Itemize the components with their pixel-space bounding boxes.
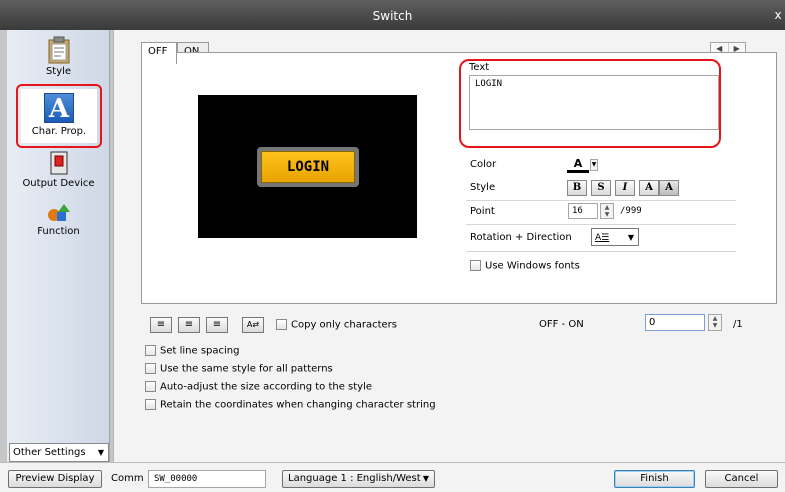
checkbox-label: Auto-adjust the size according to the st…: [160, 381, 373, 393]
rotation-label: Rotation + Direction: [470, 232, 572, 243]
chevron-down-icon: ▼: [627, 233, 634, 242]
sidebar-item-label: Function: [37, 226, 80, 237]
use-windows-fonts-label: Use Windows fonts: [485, 260, 580, 272]
tab-off[interactable]: OFF: [141, 42, 177, 64]
sidebar-item-label: Style: [45, 66, 72, 77]
checkbox-box[interactable]: [145, 363, 156, 374]
sidebar-item-style[interactable]: Style: [7, 34, 110, 77]
close-icon[interactable]: x: [771, 8, 785, 22]
comm-input[interactable]: SW_00000: [148, 470, 266, 488]
style-icon: [48, 36, 69, 64]
switch-preview: LOGIN: [198, 95, 417, 238]
point-label: Point: [470, 206, 495, 217]
copy-only-characters-checkbox[interactable]: Copy only characters: [276, 319, 397, 331]
chevron-down-icon[interactable]: ▼: [590, 159, 598, 171]
checkbox-label: Use the same style for all patterns: [160, 363, 333, 375]
bold-button[interactable]: B: [567, 180, 587, 196]
checkbox-box[interactable]: [276, 319, 287, 330]
char-prop-icon: A: [44, 93, 74, 124]
checkbox-label: Retain the coordinates when changing cha…: [160, 399, 436, 411]
align-right-button[interactable]: ≡: [206, 317, 228, 333]
text-label: Text: [469, 62, 490, 73]
other-settings-dropdown[interactable]: Other Settings ▼: [9, 443, 109, 462]
retain-coordinates-checkbox[interactable]: Retain the coordinates when changing cha…: [145, 399, 436, 411]
chevron-down-icon: ▼: [97, 448, 104, 457]
cancel-button[interactable]: Cancel: [705, 470, 778, 488]
sidebar-item-char-prop[interactable]: A Char. Prop.: [16, 84, 102, 148]
swap-chars-button[interactable]: A⇄: [242, 317, 264, 333]
preview-display-button[interactable]: Preview Display: [8, 470, 102, 488]
copy-only-characters-label: Copy only characters: [291, 319, 397, 331]
off-on-max: /1: [733, 319, 743, 330]
use-windows-fonts-checkbox[interactable]: Use Windows fonts: [470, 260, 580, 272]
checkbox-label: Set line spacing: [160, 345, 240, 357]
rotation-direction-dropdown[interactable]: A☰ ▼: [591, 228, 639, 246]
font-color-button[interactable]: A: [567, 157, 589, 173]
checkbox-box[interactable]: [145, 399, 156, 410]
window-title-bar: Switch x: [0, 0, 785, 30]
comm-label: Comm: [111, 473, 144, 484]
sidebar-item-label: Char. Prop.: [31, 126, 87, 137]
style-label: Style: [470, 182, 496, 193]
rotation-icon: A☰: [595, 233, 610, 243]
chevron-down-icon: ▼: [422, 474, 429, 483]
language-label: Language 1 : English/West: [288, 473, 421, 484]
function-icon: [47, 204, 70, 221]
window-title: Switch: [372, 9, 413, 23]
off-on-spinner[interactable]: ▲ ▼: [708, 314, 722, 331]
sidebar-item-function[interactable]: Function: [7, 202, 110, 237]
same-style-all-patterns-checkbox[interactable]: Use the same style for all patterns: [145, 363, 333, 375]
other-settings-label: Other Settings: [13, 447, 86, 458]
output-device-icon: [50, 151, 67, 175]
preview-switch-button: LOGIN: [257, 147, 359, 187]
sidebar-item-char-prop-selected: A Char. Prop.: [21, 89, 97, 143]
checkbox-box[interactable]: [470, 260, 481, 271]
set-line-spacing-checkbox[interactable]: Set line spacing: [145, 345, 239, 357]
language-dropdown[interactable]: Language 1 : English/West ▼: [282, 470, 435, 488]
point-spinner[interactable]: ▲ ▼: [600, 203, 614, 219]
checkbox-box[interactable]: [145, 381, 156, 392]
italic-button[interactable]: I: [615, 180, 635, 196]
auto-adjust-size-checkbox[interactable]: Auto-adjust the size according to the st…: [145, 381, 372, 393]
sidebar-item-output-device[interactable]: Output Device: [7, 150, 110, 189]
point-input[interactable]: 16: [568, 203, 598, 219]
sidebar-item-label: Output Device: [22, 178, 95, 189]
dialog-body: Style A Char. Prop. Output Device Functi…: [0, 30, 785, 492]
divider: [466, 224, 736, 225]
divider: [466, 251, 736, 252]
finish-button[interactable]: Finish: [614, 470, 695, 488]
align-left-button[interactable]: ≡: [150, 317, 172, 333]
off-on-input[interactable]: 0: [645, 314, 705, 331]
bottom-bar: Preview Display Comm SW_00000 Language 1…: [0, 462, 785, 492]
off-on-label: OFF - ON: [539, 319, 584, 330]
color-label: Color: [470, 159, 497, 170]
sidebar: Style A Char. Prop. Output Device Functi…: [7, 30, 110, 462]
shadow-button[interactable]: S: [591, 180, 611, 196]
main-content: OFF ON ◀ ▶ LOGIN Text LOGIN Color A ▼ St…: [113, 30, 785, 462]
divider: [466, 200, 736, 201]
checkbox-box[interactable]: [145, 345, 156, 356]
align-center-button[interactable]: ≡: [178, 317, 200, 333]
outline-button[interactable]: A: [639, 180, 659, 196]
preview-switch-label: LOGIN: [261, 151, 355, 183]
point-max: /999: [620, 206, 642, 216]
emboss-button[interactable]: A: [659, 180, 679, 196]
text-input[interactable]: LOGIN: [469, 75, 719, 130]
